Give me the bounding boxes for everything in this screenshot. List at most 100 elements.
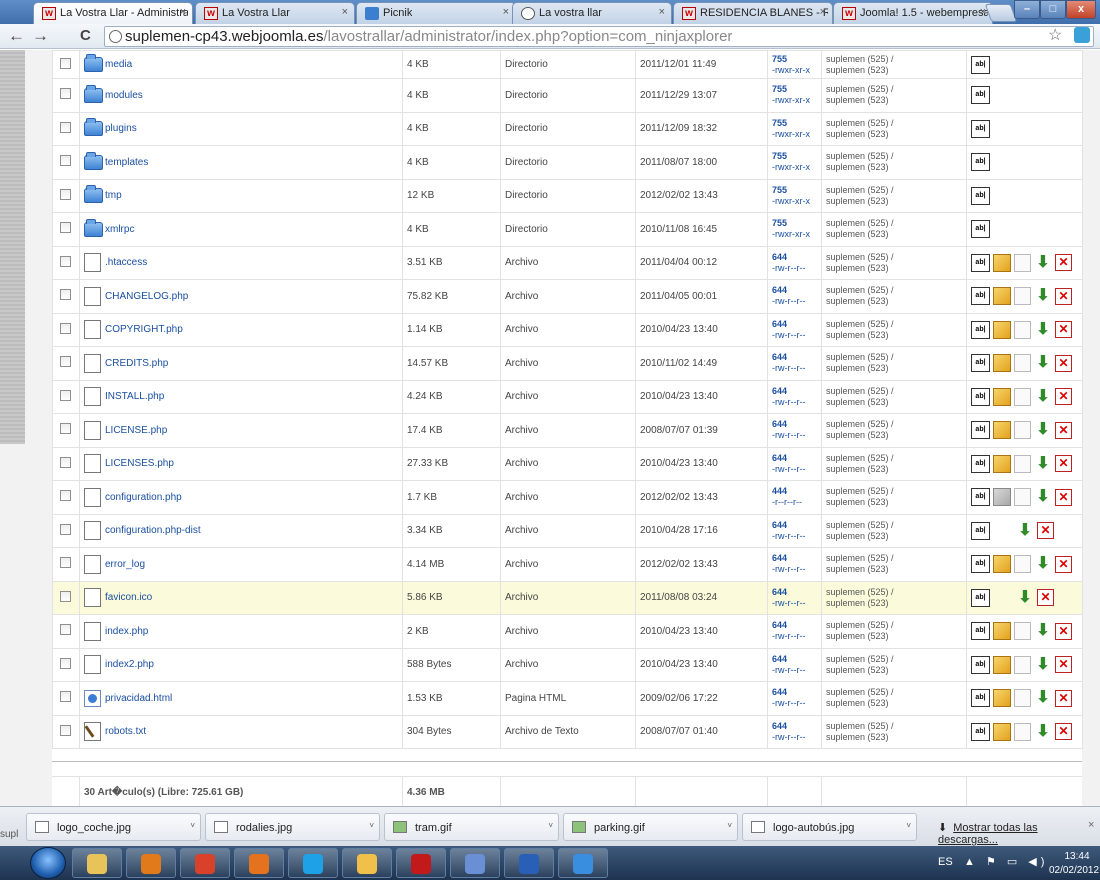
row-checkbox[interactable] — [60, 456, 71, 468]
rename-icon[interactable]: ab| — [971, 387, 990, 406]
taskbar-skype-button[interactable] — [288, 848, 338, 878]
rename-icon[interactable]: ab| — [971, 320, 990, 339]
taskbar-firefox-button[interactable] — [234, 848, 284, 878]
rename-icon[interactable]: ab| — [971, 722, 990, 741]
permissions-link[interactable]: 644 -rw-r--r-- — [772, 285, 817, 307]
download-icon[interactable]: ⬇ — [1034, 388, 1052, 406]
taskbar-chrome-button[interactable] — [180, 848, 230, 878]
file-name-link[interactable]: configuration.php — [105, 492, 182, 503]
download-icon[interactable]: ⬇ — [1034, 555, 1052, 573]
rename-icon[interactable]: ab| — [971, 555, 990, 574]
chevron-down-icon[interactable]: ˅ — [906, 821, 911, 830]
bookmark-star-icon[interactable]: ☆ — [1048, 25, 1062, 45]
rename-icon[interactable]: ab| — [971, 220, 990, 239]
file-name-link[interactable]: privacidad.html — [105, 693, 172, 704]
rename-icon[interactable]: ab| — [971, 55, 990, 74]
row-checkbox[interactable] — [60, 255, 71, 267]
rename-icon[interactable]: ab| — [971, 622, 990, 641]
forward-button[interactable]: → — [32, 27, 49, 45]
view-icon[interactable] — [1014, 488, 1031, 507]
file-name-link[interactable]: LICENSES.php — [105, 458, 174, 469]
file-name-link[interactable]: CHANGELOG.php — [105, 291, 188, 302]
view-icon[interactable] — [1014, 655, 1031, 674]
download-icon[interactable]: ⬇ — [1034, 287, 1052, 305]
delete-icon[interactable]: ✕ — [1037, 589, 1054, 607]
row-checkbox[interactable] — [60, 490, 71, 502]
download-item[interactable]: parking.gif ˅ — [563, 813, 738, 841]
row-checkbox[interactable] — [60, 657, 71, 669]
permissions-link[interactable]: 644 -rw-r--r-- — [772, 252, 817, 274]
address-bar[interactable]: suplemen-cp43.webjoomla.es/lavostrallar/… — [104, 26, 1094, 47]
browser-tab[interactable]: w La Vostra Llar - Administra × — [33, 2, 193, 24]
show-all-downloads-link[interactable]: ⬇ Mostrar todas las descargas... — [938, 821, 1100, 846]
file-name-link[interactable]: COPYRIGHT.php — [105, 324, 183, 335]
permissions-link[interactable]: 644 -rw-r--r-- — [772, 319, 817, 341]
tray-icons[interactable]: ▲ ⚑ ▭ ◀) — [964, 855, 1048, 868]
taskbar-word-button[interactable] — [504, 848, 554, 878]
delete-icon[interactable]: ✕ — [1055, 488, 1072, 506]
permissions-link[interactable]: 644 -rw-r--r-- — [772, 721, 817, 743]
row-checkbox[interactable] — [60, 624, 71, 636]
row-checkbox[interactable] — [60, 222, 71, 234]
file-name-link[interactable]: error_log — [105, 559, 145, 570]
file-name-link[interactable]: media — [105, 59, 132, 70]
download-icon[interactable]: ⬇ — [1034, 421, 1052, 439]
row-checkbox[interactable] — [60, 691, 71, 703]
tab-close-icon[interactable]: × — [659, 6, 665, 18]
maximize-button[interactable]: □ — [1040, 0, 1066, 19]
view-icon[interactable] — [1014, 354, 1031, 373]
row-checkbox[interactable] — [60, 121, 71, 133]
close-window-button[interactable]: x — [1066, 0, 1096, 19]
back-button[interactable]: ← — [8, 27, 25, 45]
download-icon[interactable]: ⬇ — [1034, 488, 1052, 506]
row-checkbox[interactable] — [60, 356, 71, 368]
download-item[interactable]: rodalies.jpg ˅ — [205, 813, 380, 841]
browser-tab[interactable]: La vostra llar × — [512, 2, 672, 24]
tab-close-icon[interactable]: × — [980, 6, 986, 18]
edit-icon[interactable] — [993, 488, 1011, 507]
tab-close-icon[interactable]: × — [503, 6, 509, 18]
browser-tab[interactable]: w RESIDENCIA BLANES - Res× — [673, 2, 833, 24]
download-item[interactable]: tram.gif ˅ — [384, 813, 559, 841]
close-shelf-icon[interactable]: × — [1088, 819, 1094, 831]
permissions-link[interactable]: 644 -rw-r--r-- — [772, 386, 817, 408]
row-checkbox[interactable] — [60, 322, 71, 334]
file-name-link[interactable]: configuration.php-dist — [105, 525, 201, 536]
view-icon[interactable] — [1014, 689, 1031, 708]
file-name-link[interactable]: INSTALL.php — [105, 391, 164, 402]
download-icon[interactable]: ⬇ — [1034, 622, 1052, 640]
download-item[interactable]: logo_coche.jpg ˅ — [26, 813, 201, 841]
edit-icon[interactable] — [993, 689, 1011, 708]
tab-close-icon[interactable]: × — [342, 6, 348, 18]
download-icon[interactable]: ⬇ — [1016, 522, 1034, 540]
file-name-link[interactable]: favicon.ico — [105, 592, 152, 603]
chevron-down-icon[interactable]: ˅ — [190, 821, 195, 830]
row-checkbox[interactable] — [60, 188, 71, 200]
view-icon[interactable] — [1014, 454, 1031, 473]
rename-icon[interactable]: ab| — [971, 153, 990, 172]
file-name-link[interactable]: index.php — [105, 626, 148, 637]
taskbar-explorer-button[interactable] — [72, 848, 122, 878]
permissions-link[interactable]: 644 -rw-r--r-- — [772, 419, 817, 441]
delete-icon[interactable]: ✕ — [1055, 388, 1072, 406]
delete-icon[interactable]: ✕ — [1055, 354, 1072, 372]
rename-icon[interactable]: ab| — [971, 521, 990, 540]
download-icon[interactable]: ⬇ — [1016, 589, 1034, 607]
rename-icon[interactable]: ab| — [971, 655, 990, 674]
file-name-link[interactable]: plugins — [105, 123, 137, 134]
permissions-link[interactable]: 644 -rw-r--r-- — [772, 553, 817, 575]
tab-close-icon[interactable]: × — [180, 6, 186, 18]
chevron-down-icon[interactable]: ˅ — [548, 821, 553, 830]
rename-icon[interactable]: ab| — [971, 287, 990, 306]
download-icon[interactable]: ⬇ — [1034, 321, 1052, 339]
edit-icon[interactable] — [993, 722, 1011, 741]
rename-icon[interactable]: ab| — [971, 588, 990, 607]
view-icon[interactable] — [1014, 320, 1031, 339]
view-icon[interactable] — [1014, 622, 1031, 641]
row-checkbox[interactable] — [60, 57, 71, 69]
browser-tab[interactable]: w Joomla! 1.5 - webempresa × — [833, 2, 993, 24]
row-checkbox[interactable] — [60, 523, 71, 535]
view-icon[interactable] — [1014, 555, 1031, 574]
delete-icon[interactable]: ✕ — [1055, 321, 1072, 339]
permissions-link[interactable]: 644 -rw-r--r-- — [772, 620, 817, 642]
